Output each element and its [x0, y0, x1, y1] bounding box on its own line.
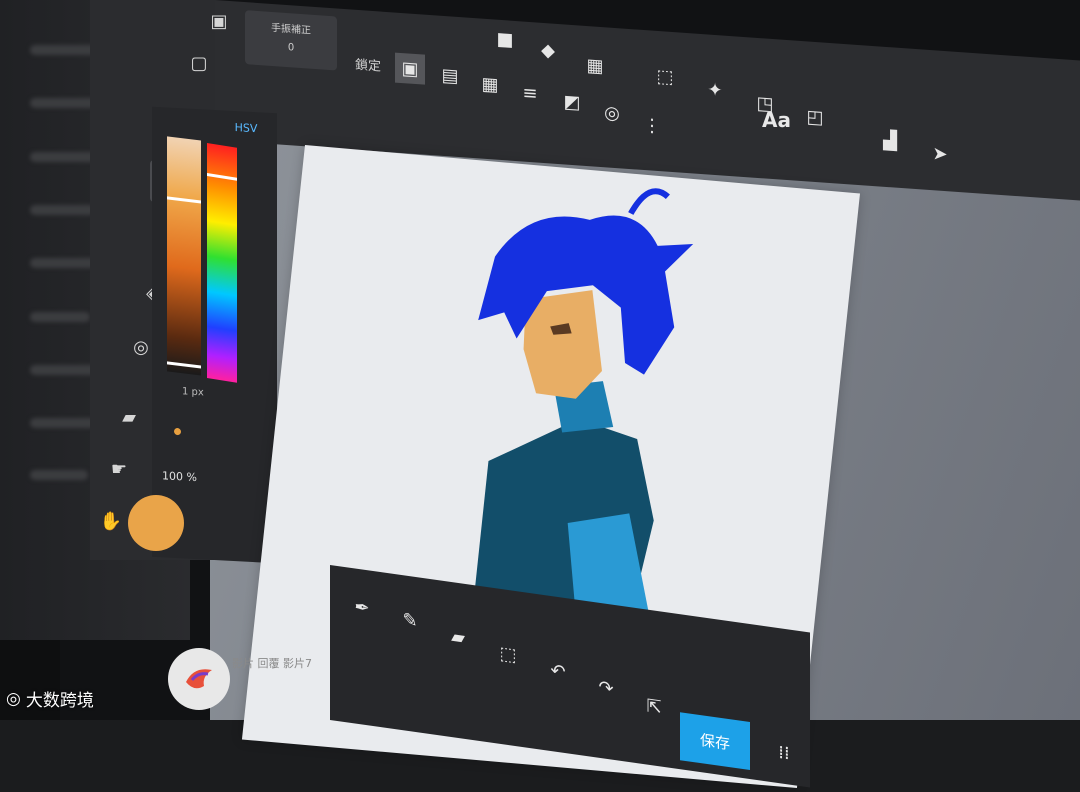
smudge-icon[interactable]: ☛ — [98, 448, 140, 490]
perspective-ruler-icon[interactable]: ◩ — [557, 86, 587, 118]
sidebar-blur-item — [30, 418, 96, 428]
selection-rect-icon[interactable]: ▢ — [178, 42, 220, 84]
screen: ‹ 手振補正 0 鎖定 ■ ◆ ▦ ▣ ▤ ▦ ≡ ◩ ◎ ⋮ ⬚ ✦ ◳ ◰ … — [0, 0, 1080, 789]
bird-logo-icon — [186, 669, 212, 689]
transform-icon[interactable]: ⬚ — [494, 638, 522, 670]
hue-slider-handle[interactable] — [207, 173, 237, 181]
line-ruler-icon[interactable]: ≡ — [515, 77, 545, 109]
shade-slider-handle[interactable] — [167, 196, 201, 204]
sidebar-blur-item — [30, 312, 90, 322]
text-tool-button[interactable]: Aa — [762, 108, 791, 132]
hue-slider[interactable] — [207, 143, 237, 383]
color-panel: HSV 1 px 100 % — [152, 106, 277, 564]
lock-label[interactable]: 鎖定 — [355, 54, 381, 75]
save-button[interactable]: 保存 — [680, 712, 750, 771]
watermark-logo-icon: ◎ — [6, 688, 21, 709]
layout-icon[interactable]: ▟ — [875, 124, 905, 156]
opacity-value[interactable]: 100 % — [162, 469, 197, 484]
hand-icon[interactable]: ✋ — [90, 500, 132, 542]
hair-strand — [628, 188, 670, 215]
brush-size-preview — [174, 427, 181, 436]
pen-icon[interactable]: ✎ — [396, 604, 424, 636]
shade-slider-handle-bottom[interactable] — [167, 361, 201, 369]
eyedropper-icon[interactable]: ✒ — [348, 592, 376, 624]
redo-icon[interactable]: ↷ — [592, 672, 620, 704]
brush-size-value: 1 px — [182, 386, 204, 399]
select-pen-icon[interactable]: ◰ — [800, 101, 830, 133]
current-color-swatch[interactable] — [128, 495, 184, 551]
sidebar-blur-item — [30, 205, 95, 215]
concentric-ruler-icon[interactable]: ◎ — [597, 97, 627, 129]
pen-mode-icon[interactable]: ▣ — [395, 52, 425, 85]
sidebar-blur-item — [30, 470, 88, 480]
pointer-icon[interactable]: ➤ — [925, 138, 955, 170]
taskbar-text: 影片 回覆 影片7 — [232, 657, 312, 670]
grid-ruler-icon[interactable]: ▦ — [475, 68, 505, 100]
eraser-icon[interactable]: ▰ — [444, 621, 472, 653]
frame-icon[interactable]: ▣ — [198, 0, 240, 42]
hsv-tab[interactable]: HSV — [230, 119, 262, 139]
export-icon[interactable]: ⇱ — [640, 691, 668, 723]
shade-slider[interactable] — [167, 136, 201, 376]
magic-wand-icon[interactable]: ✦ — [700, 74, 730, 106]
hatch-ruler-icon[interactable]: ▤ — [435, 59, 465, 91]
stabilizer-control[interactable]: 手振補正 0 — [245, 10, 337, 71]
rect-select-icon[interactable]: ⬚ — [650, 60, 680, 92]
app-logo[interactable] — [168, 648, 230, 710]
eraser-icon[interactable]: ▰ — [108, 396, 150, 438]
watermark-text: 大数跨境 — [25, 691, 94, 711]
fill-bucket-icon[interactable]: ◆ — [533, 34, 563, 66]
watermark: ◎ 大数跨境 — [6, 686, 94, 712]
gradient-icon[interactable]: ▦ — [580, 50, 610, 82]
more-vert-icon[interactable]: ⋮ — [637, 110, 667, 142]
undo-icon[interactable]: ↶ — [544, 655, 572, 687]
square-icon[interactable]: ■ — [490, 23, 520, 55]
grid-icon[interactable]: ⁞⁞ — [770, 737, 798, 769]
